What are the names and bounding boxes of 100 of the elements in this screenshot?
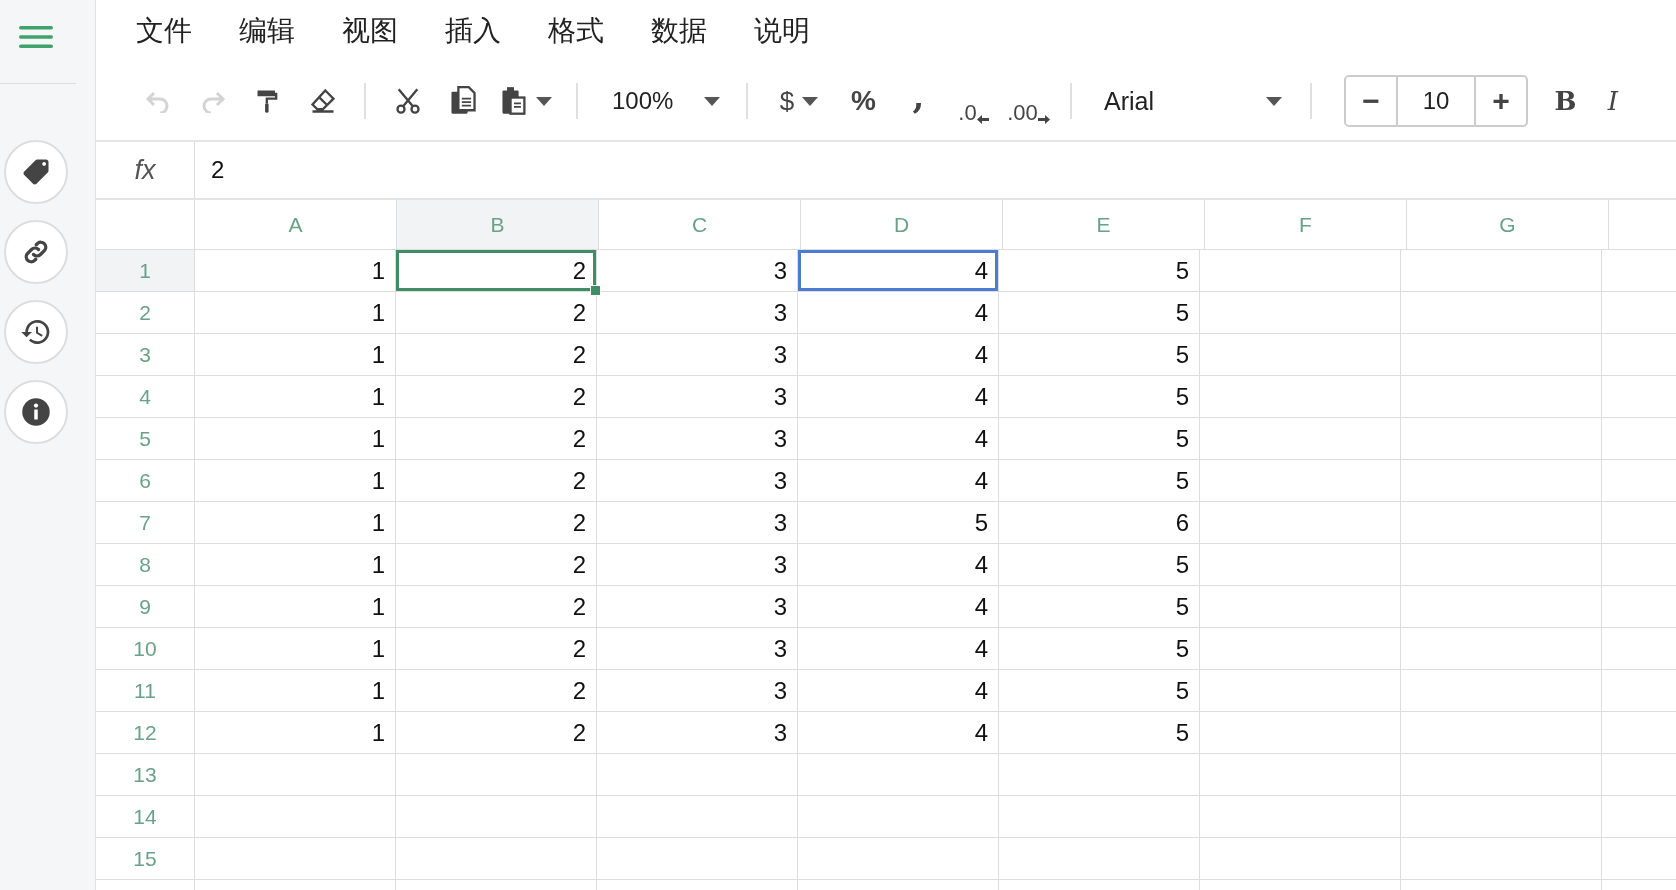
- table-cell[interactable]: 2: [396, 544, 597, 586]
- table-cell[interactable]: 4: [798, 334, 999, 376]
- table-cell[interactable]: 4: [798, 544, 999, 586]
- empty-cell[interactable]: [798, 796, 999, 838]
- menu-item[interactable]: 插入: [445, 12, 501, 50]
- font-dropdown[interactable]: Arial: [1086, 78, 1296, 124]
- table-cell[interactable]: 1: [195, 544, 396, 586]
- menu-item[interactable]: 视图: [342, 12, 398, 50]
- table-cell[interactable]: 2: [396, 250, 597, 292]
- table-cell[interactable]: 2: [396, 460, 597, 502]
- table-cell[interactable]: 5: [999, 544, 1200, 586]
- empty-cell[interactable]: [1200, 334, 1401, 376]
- table-cell[interactable]: 5: [999, 670, 1200, 712]
- table-cell[interactable]: 4: [798, 250, 999, 292]
- empty-cell[interactable]: [1200, 292, 1401, 334]
- empty-cell[interactable]: [1200, 502, 1401, 544]
- empty-cell[interactable]: [597, 838, 798, 880]
- empty-cell[interactable]: [999, 754, 1200, 796]
- empty-cell[interactable]: [396, 838, 597, 880]
- table-cell[interactable]: 2: [396, 418, 597, 460]
- empty-cell[interactable]: [1401, 418, 1602, 460]
- empty-cell[interactable]: [1200, 628, 1401, 670]
- table-cell[interactable]: 3: [597, 712, 798, 754]
- table-cell[interactable]: 2: [396, 712, 597, 754]
- empty-cell[interactable]: [1200, 418, 1401, 460]
- empty-cell[interactable]: [1200, 670, 1401, 712]
- menu-item[interactable]: 数据: [651, 12, 707, 50]
- table-cell[interactable]: 5: [999, 628, 1200, 670]
- currency-button[interactable]: $: [762, 78, 836, 124]
- empty-cell[interactable]: [1200, 376, 1401, 418]
- menu-icon[interactable]: [18, 25, 53, 49]
- table-cell[interactable]: 4: [798, 460, 999, 502]
- empty-cell[interactable]: [1401, 796, 1602, 838]
- table-cell[interactable]: 3: [597, 376, 798, 418]
- menu-item[interactable]: 说明: [754, 12, 810, 50]
- table-cell[interactable]: 1: [195, 292, 396, 334]
- empty-cell[interactable]: [396, 796, 597, 838]
- decrease-decimals-button[interactable]: .0: [946, 78, 1001, 124]
- menu-item[interactable]: 编辑: [239, 12, 295, 50]
- empty-cell[interactable]: [1401, 292, 1602, 334]
- empty-cell[interactable]: [1401, 460, 1602, 502]
- empty-cell[interactable]: [1401, 712, 1602, 754]
- table-cell[interactable]: 5: [999, 376, 1200, 418]
- table-cell[interactable]: 5: [999, 334, 1200, 376]
- table-cell[interactable]: 5: [999, 292, 1200, 334]
- empty-cell[interactable]: [1401, 628, 1602, 670]
- table-cell[interactable]: 2: [396, 292, 597, 334]
- table-cell[interactable]: 3: [597, 334, 798, 376]
- empty-cell[interactable]: [1200, 712, 1401, 754]
- empty-cell[interactable]: [798, 754, 999, 796]
- table-cell[interactable]: 1: [195, 376, 396, 418]
- table-cell[interactable]: 1: [195, 250, 396, 292]
- empty-cell[interactable]: [1401, 754, 1602, 796]
- table-cell[interactable]: 2: [396, 376, 597, 418]
- table-cell[interactable]: 4: [798, 712, 999, 754]
- empty-cell[interactable]: [1401, 250, 1602, 292]
- table-cell[interactable]: 2: [396, 502, 597, 544]
- table-cell[interactable]: 3: [597, 502, 798, 544]
- table-cell[interactable]: 1: [195, 670, 396, 712]
- table-cell[interactable]: 4: [798, 628, 999, 670]
- increase-decimals-button[interactable]: .00: [1001, 78, 1056, 124]
- empty-cell[interactable]: [1401, 376, 1602, 418]
- table-cell[interactable]: 3: [597, 460, 798, 502]
- table-cell[interactable]: 4: [798, 586, 999, 628]
- table-cell[interactable]: 3: [597, 586, 798, 628]
- table-cell[interactable]: 1: [195, 334, 396, 376]
- table-cell[interactable]: 1: [195, 586, 396, 628]
- empty-cell[interactable]: [1200, 250, 1401, 292]
- empty-cell[interactable]: [597, 796, 798, 838]
- bold-button[interactable]: B: [1538, 78, 1593, 124]
- menu-item[interactable]: 格式: [548, 12, 604, 50]
- empty-cell[interactable]: [597, 754, 798, 796]
- table-cell[interactable]: 3: [597, 418, 798, 460]
- table-cell[interactable]: 6: [999, 502, 1200, 544]
- table-cell[interactable]: 5: [999, 418, 1200, 460]
- table-cell[interactable]: 4: [798, 376, 999, 418]
- percent-button[interactable]: %: [836, 78, 891, 124]
- table-cell[interactable]: 1: [195, 712, 396, 754]
- table-cell[interactable]: 3: [597, 250, 798, 292]
- table-cell[interactable]: 1: [195, 418, 396, 460]
- empty-cell[interactable]: [1200, 544, 1401, 586]
- empty-cell[interactable]: [1200, 838, 1401, 880]
- empty-cell[interactable]: [1200, 796, 1401, 838]
- table-cell[interactable]: 3: [597, 292, 798, 334]
- empty-cell[interactable]: [798, 838, 999, 880]
- empty-cell[interactable]: [195, 796, 396, 838]
- table-cell[interactable]: 5: [999, 586, 1200, 628]
- empty-cell[interactable]: [999, 838, 1200, 880]
- table-cell[interactable]: 3: [597, 544, 798, 586]
- empty-cell[interactable]: [1200, 754, 1401, 796]
- table-cell[interactable]: 3: [597, 628, 798, 670]
- empty-cell[interactable]: [1200, 460, 1401, 502]
- table-cell[interactable]: 2: [396, 586, 597, 628]
- empty-cell[interactable]: [396, 754, 597, 796]
- table-cell[interactable]: 3: [597, 670, 798, 712]
- table-cell[interactable]: 2: [396, 334, 597, 376]
- fill-handle[interactable]: [590, 285, 601, 296]
- menu-item[interactable]: 文件: [136, 12, 192, 50]
- empty-cell[interactable]: [1401, 838, 1602, 880]
- table-cell[interactable]: 4: [798, 670, 999, 712]
